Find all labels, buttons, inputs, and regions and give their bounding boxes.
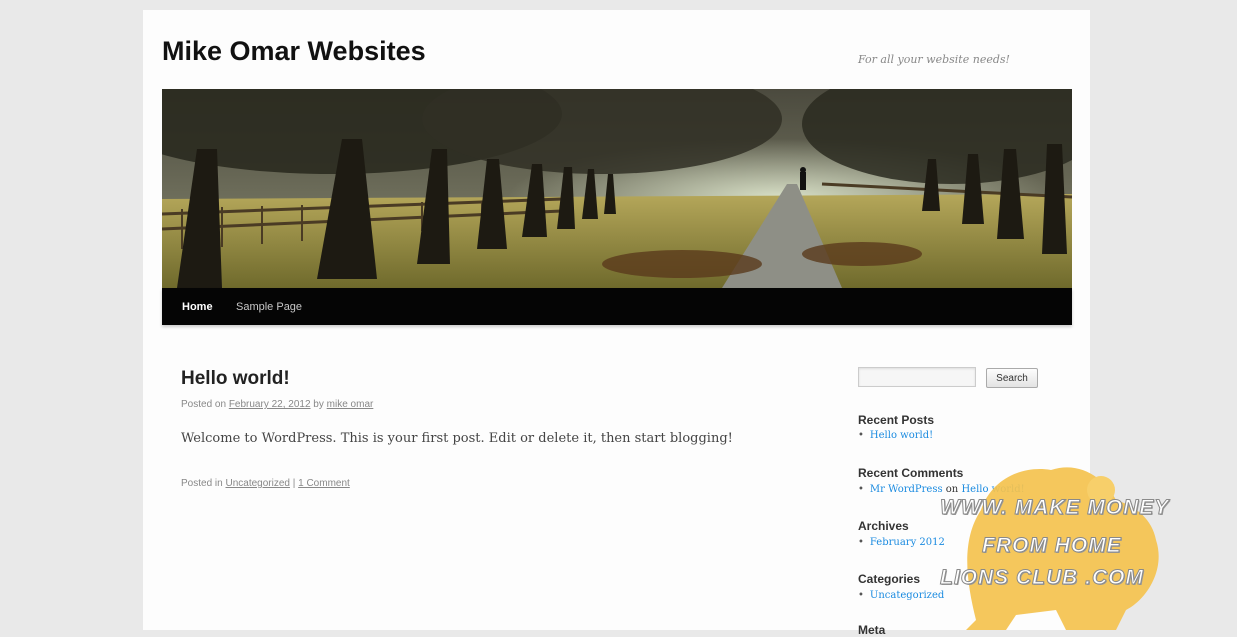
post-body: Welcome to WordPress. This is your first… <box>181 431 733 446</box>
post-footer-meta: Posted in Uncategorized | 1 Comment <box>181 478 350 489</box>
category-link[interactable]: Uncategorized <box>870 590 944 601</box>
post-author-link[interactable]: mike omar <box>327 399 374 410</box>
watermark-line-1: WWW. MAKE MONEY <box>939 496 1170 520</box>
bullet-icon: • <box>858 430 864 441</box>
post-title[interactable]: Hello world! <box>181 368 290 390</box>
lions-club-watermark: WWW. MAKE MONEY FROM HOME LIONS CLUB .CO… <box>936 460 1196 630</box>
watermark-line-2: FROM HOME <box>982 534 1122 558</box>
watermark-line-3: LIONS CLUB .COM <box>940 566 1144 590</box>
post-meta-by: by <box>310 399 327 410</box>
post-date-link[interactable]: February 22, 2012 <box>229 399 311 410</box>
bullet-icon: • <box>858 484 864 495</box>
categories-heading: Categories <box>858 572 921 586</box>
main-navigation: Home Sample Page <box>162 288 1072 325</box>
search-button[interactable]: Search <box>986 368 1038 388</box>
bullet-icon: • <box>858 590 864 601</box>
nav-item-sample-page[interactable]: Sample Page <box>236 301 302 313</box>
site-title[interactable]: Mike Omar Websites <box>162 36 426 67</box>
recent-post-link[interactable]: Hello world! <box>870 430 933 441</box>
post-meta: Posted on February 22, 2012 by mike omar <box>181 399 373 410</box>
post-meta-prefix: Posted on <box>181 399 229 410</box>
category-item: • Uncategorized <box>858 590 944 601</box>
post-comments-link[interactable]: 1 Comment <box>298 478 350 489</box>
header-image <box>162 89 1072 288</box>
recent-post-item: • Hello world! <box>858 430 933 441</box>
post-footer-sep: | <box>289 478 299 489</box>
recent-posts-heading: Recent Posts <box>858 413 935 427</box>
site-tagline: For all your website needs! <box>858 53 1010 66</box>
comment-author-link[interactable]: Mr WordPress <box>870 484 943 495</box>
post-category-link[interactable]: Uncategorized <box>225 478 289 489</box>
meta-heading: Meta <box>858 623 886 637</box>
archive-link[interactable]: February 2012 <box>870 537 945 548</box>
search-input[interactable] <box>858 367 976 387</box>
archive-item: • February 2012 <box>858 537 945 548</box>
nav-item-home[interactable]: Home <box>182 301 213 313</box>
archives-heading: Archives <box>858 519 909 533</box>
bullet-icon: • <box>858 537 864 548</box>
post-footer-prefix: Posted in <box>181 478 226 489</box>
